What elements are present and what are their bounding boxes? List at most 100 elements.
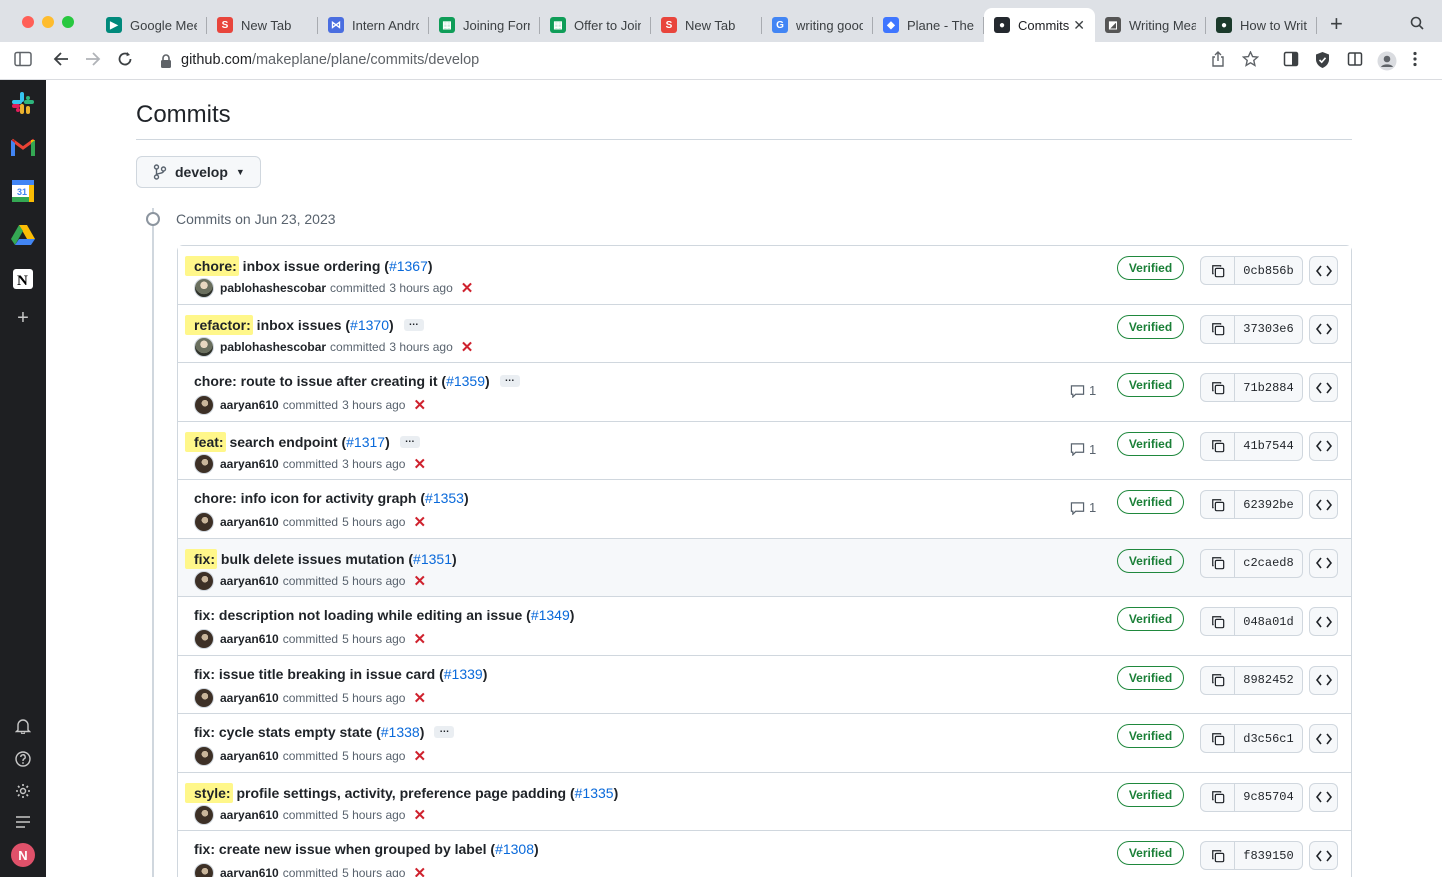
browse-repo-button[interactable] [1309,431,1338,461]
browser-tab[interactable]: ◆ Plane - The [873,8,984,42]
copy-sha-button[interactable] [1201,666,1235,694]
commit-title-link[interactable]: fix: create new issue when grouped by la… [194,841,539,857]
split-view-icon[interactable] [1347,51,1363,70]
pull-request-link[interactable]: #1335 [575,785,614,801]
close-tab-icon[interactable]: ✕ [1073,17,1085,34]
list-icon[interactable] [13,812,33,832]
browse-repo-button[interactable] [1309,607,1338,636]
commit-sha-link[interactable]: 41b7544 [1235,433,1302,460]
reload-icon[interactable] [117,51,133,70]
pull-request-link[interactable]: #1353 [425,490,464,506]
author-avatar[interactable] [194,395,214,415]
browse-repo-button[interactable] [1309,314,1338,344]
pull-request-link[interactable]: #1349 [531,607,570,623]
browser-tab[interactable]: ⋈ Intern Andrc [318,8,429,42]
commit-title-link[interactable]: feat: search endpoint (#1317)… [185,431,420,452]
verified-badge[interactable]: Verified [1117,782,1184,807]
commit-sha-link[interactable]: f839150 [1235,842,1302,869]
author-avatar[interactable] [194,512,214,532]
address-bar[interactable]: github.com/makeplane/plane/commits/devel… [181,52,479,68]
browse-repo-button[interactable] [1309,490,1338,519]
expand-message-button[interactable]: … [499,374,520,387]
verified-badge[interactable]: Verified [1117,724,1184,748]
pull-request-link[interactable]: #1351 [413,551,452,567]
commit-title-link[interactable]: style: profile settings, activity, prefe… [185,782,618,803]
verified-badge[interactable]: Verified [1117,256,1184,280]
pull-request-link[interactable]: #1317 [346,434,385,450]
settings-icon[interactable] [13,781,33,801]
lock-icon[interactable] [160,53,172,71]
bookmark-star-icon[interactable] [1241,50,1260,70]
close-window-button[interactable] [22,16,34,28]
shield-extension-icon[interactable] [1314,51,1331,72]
notion-icon[interactable]: N [10,266,36,292]
commit-title-link[interactable]: fix: cycle stats empty state (#1338)… [194,724,455,740]
copy-sha-button[interactable] [1201,257,1235,284]
minimize-window-button[interactable] [42,16,54,28]
copy-sha-button[interactable] [1201,549,1235,577]
drive-icon[interactable] [10,222,36,248]
failed-checks-x-icon[interactable]: ✕ [461,338,474,356]
browse-repo-button[interactable] [1309,548,1338,578]
browse-repo-button[interactable] [1309,373,1338,402]
verified-badge[interactable]: Verified [1117,490,1184,514]
author-link[interactable]: aaryan610 [220,691,279,705]
browser-tab[interactable]: ◩ Writing Mea [1095,8,1206,42]
author-avatar[interactable] [194,629,214,649]
commit-sha-link[interactable]: 71b2884 [1235,374,1302,401]
failed-checks-x-icon[interactable]: ✕ [413,513,426,531]
browser-tab[interactable]: ● How to Writ [1206,8,1317,42]
author-link[interactable]: aaryan610 [220,574,279,588]
commit-sha-link[interactable]: 0cb856b [1235,257,1302,284]
gmail-icon[interactable] [10,134,36,160]
author-avatar[interactable] [194,746,214,766]
browser-tab[interactable]: S New Tab [651,8,762,42]
author-avatar[interactable] [194,336,214,357]
back-arrow-icon[interactable] [52,51,70,70]
failed-checks-x-icon[interactable]: ✕ [413,806,426,824]
browser-tab[interactable]: ▶ Google Meet [96,8,207,42]
failed-checks-x-icon[interactable]: ✕ [461,279,474,297]
commit-title-link[interactable]: chore: route to issue after creating it … [194,373,520,389]
comment-count[interactable]: 1 [1070,383,1096,398]
commit-sha-link[interactable]: 37303e6 [1235,316,1302,343]
pull-request-link[interactable]: #1359 [446,373,485,389]
commit-sha-link[interactable]: 9c85704 [1235,784,1302,811]
browse-repo-button[interactable] [1309,724,1338,753]
expand-message-button[interactable]: … [434,725,455,738]
failed-checks-x-icon[interactable]: ✕ [413,572,426,590]
failed-checks-x-icon[interactable]: ✕ [413,396,426,414]
browse-repo-button[interactable] [1309,256,1338,285]
user-avatar[interactable]: N [11,843,35,867]
expand-message-button[interactable]: … [399,434,420,448]
pull-request-link[interactable]: #1367 [389,258,428,274]
commit-title-link[interactable]: fix: issue title breaking in issue card … [194,666,487,682]
forward-arrow-icon[interactable] [84,51,102,70]
share-icon[interactable] [1211,51,1225,70]
pull-request-link[interactable]: #1338 [381,724,420,740]
browser-tab[interactable]: ▦ Offer to Join [540,8,651,42]
verified-badge[interactable]: Verified [1117,431,1184,456]
maximize-window-button[interactable] [62,16,74,28]
commit-title-link[interactable]: refactor: inbox issues (#1370)… [185,314,424,335]
reading-list-icon[interactable] [1283,51,1299,70]
pull-request-link[interactable]: #1308 [495,841,534,857]
pull-request-link[interactable]: #1339 [444,666,483,682]
commit-title-link[interactable]: chore: inbox issue ordering (#1367) [185,256,433,276]
author-avatar[interactable] [194,804,214,825]
add-icon[interactable]: + [13,307,33,329]
commit-title-link[interactable]: fix: description not loading while editi… [194,607,574,623]
calendar-icon[interactable]: 31 [10,178,36,204]
expand-message-button[interactable]: … [403,317,424,331]
author-link[interactable]: pablohashescobar [220,340,326,354]
failed-checks-x-icon[interactable]: ✕ [413,747,426,765]
author-avatar[interactable] [194,570,214,591]
author-link[interactable]: aaryan610 [220,808,279,822]
author-link[interactable]: aaryan610 [220,749,279,763]
copy-sha-button[interactable] [1201,842,1235,869]
author-link[interactable]: aaryan610 [220,457,279,471]
comment-count[interactable]: 1 [1070,442,1096,457]
browser-tab[interactable]: ▦ Joining Form [429,8,540,42]
browser-tab[interactable]: S New Tab [207,8,318,42]
sidebar-toggle-icon[interactable] [14,51,32,70]
